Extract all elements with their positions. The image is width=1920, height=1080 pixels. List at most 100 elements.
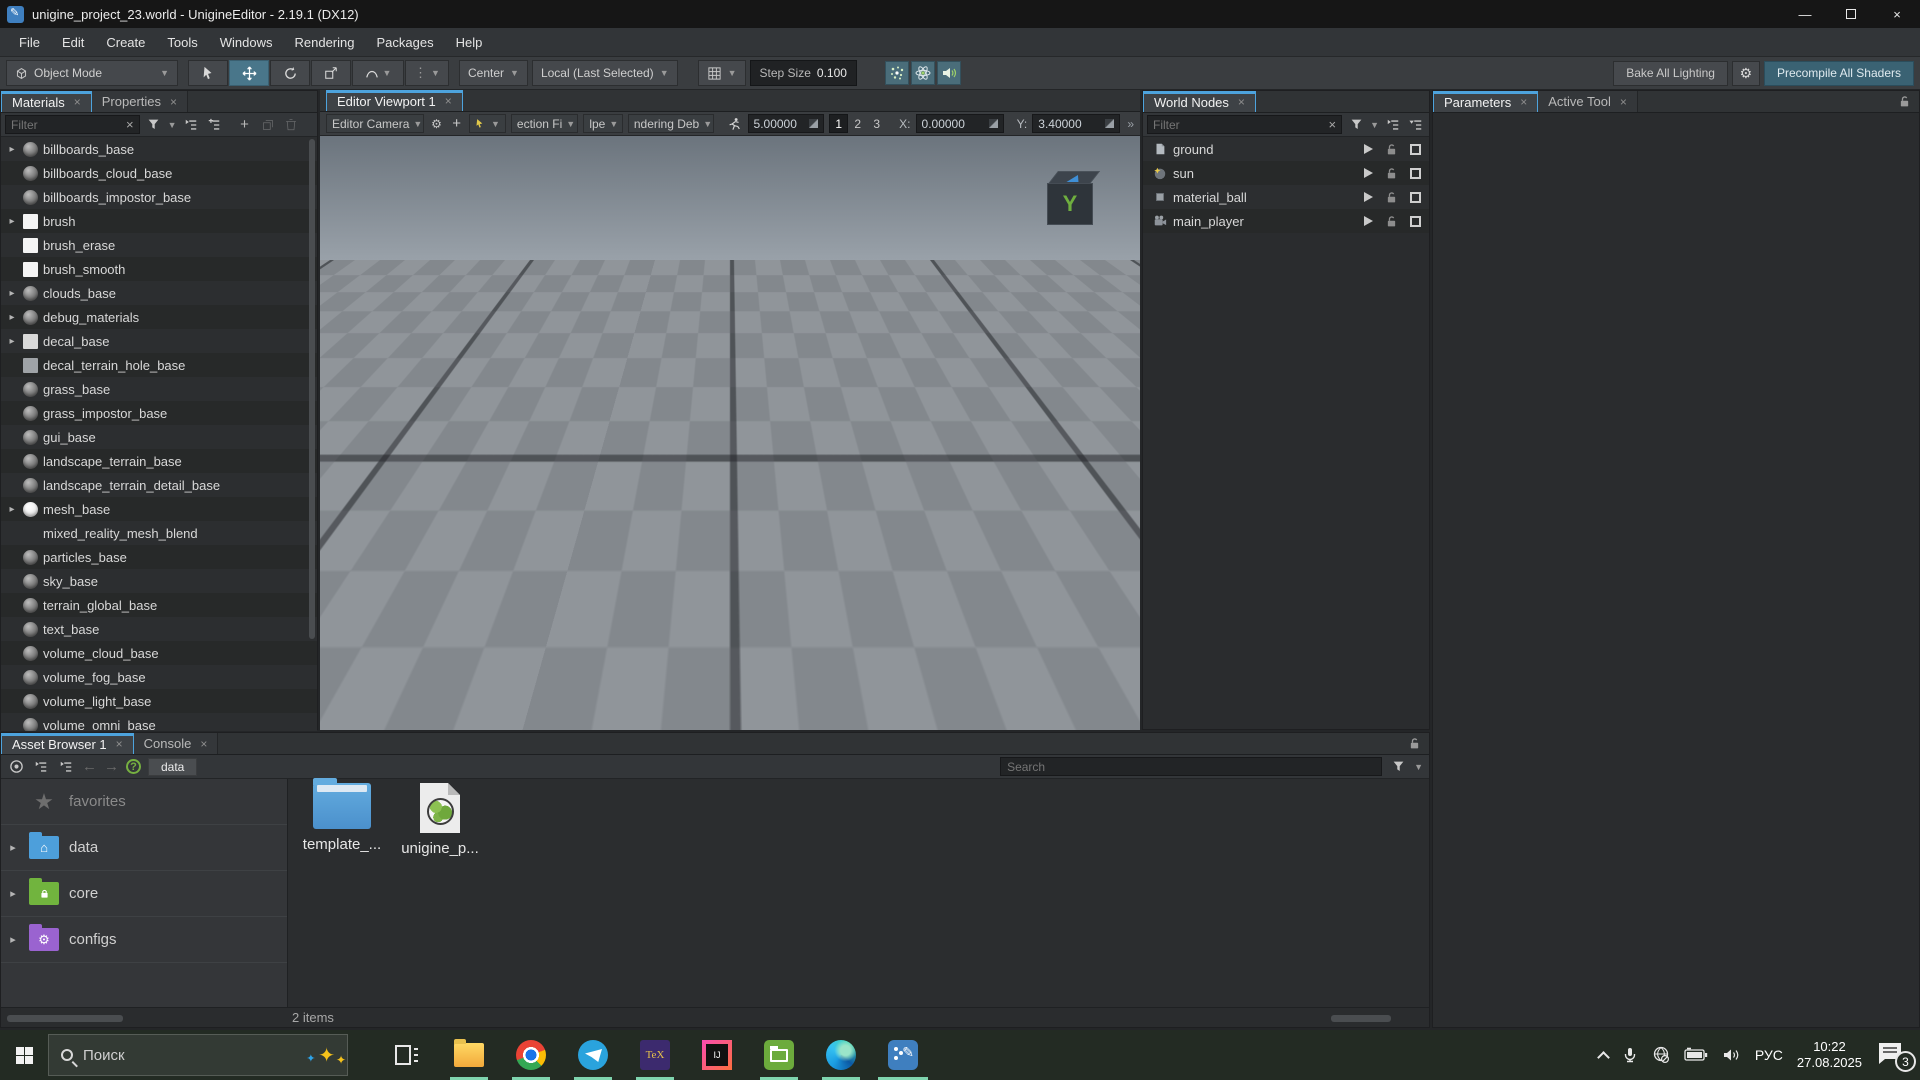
search-filter-funnel-icon[interactable] (1389, 758, 1407, 776)
expand-arrow-icon[interactable]: ▸ (6, 288, 18, 299)
task-view-button[interactable] (376, 1030, 438, 1080)
expand-arrow-icon[interactable]: ▸ (6, 336, 18, 347)
clear-filter-icon[interactable]: × (126, 117, 134, 132)
sidebar-scrollbar[interactable] (7, 1015, 123, 1022)
unlock-icon[interactable] (1385, 167, 1398, 180)
volume-icon[interactable] (1722, 1047, 1741, 1063)
visibility-checkbox[interactable] (1410, 216, 1421, 227)
material-row[interactable]: particles_base (1, 545, 317, 569)
menu-edit[interactable]: Edit (51, 28, 95, 57)
collapse-hierarchy-icon[interactable] (32, 758, 50, 776)
flag-icon[interactable] (1364, 192, 1373, 202)
material-row[interactable]: landscape_terrain_detail_base (1, 473, 317, 497)
material-row[interactable]: landscape_terrain_base (1, 449, 317, 473)
add-material-icon[interactable]: + (236, 116, 254, 134)
start-button[interactable] (0, 1030, 48, 1080)
speed-preset-2[interactable]: 2 (848, 114, 867, 133)
tab-editor-viewport-1[interactable]: Editor Viewport 1 × (326, 90, 463, 111)
tab-active-tool[interactable]: Active Tool × (1538, 91, 1638, 112)
precompile-all-shaders-button[interactable]: Precompile All Shaders (1764, 61, 1914, 86)
menu-file[interactable]: File (8, 28, 51, 57)
material-row[interactable]: volume_light_base (1, 689, 317, 713)
menu-packages[interactable]: Packages (366, 28, 445, 57)
material-row[interactable]: grass_base (1, 377, 317, 401)
chevron-down-icon[interactable]: ▼ (1370, 120, 1379, 130)
menu-tools[interactable]: Tools (156, 28, 208, 57)
expand-arrow-icon[interactable]: ▸ (7, 887, 19, 900)
material-row[interactable]: ▸billboards_base (1, 137, 317, 161)
material-row[interactable]: volume_fog_base (1, 665, 317, 689)
camera-settings-gear-icon[interactable]: ⚙ (429, 117, 444, 131)
taskbar-search-box[interactable]: Поиск ✦✦✦ (48, 1034, 348, 1076)
duplicate-material-icon[interactable] (259, 116, 277, 134)
sidebar-item-data[interactable]: ▸ ⌂ data (1, 825, 287, 871)
pivot-select[interactable]: Center ▼ (459, 60, 528, 86)
chevron-down-icon[interactable]: ▼ (168, 120, 177, 130)
asset-files-area[interactable]: template_... unigine_p... (288, 779, 1429, 1007)
panel-lock-icon[interactable] (1408, 733, 1429, 754)
visibility-checkbox[interactable] (1410, 144, 1421, 155)
taskbar-app-intellij[interactable]: IJ (686, 1030, 748, 1080)
close-icon[interactable]: × (74, 95, 81, 109)
drag-handle-icon[interactable] (1105, 119, 1114, 128)
material-row[interactable]: ▸decal_base (1, 329, 317, 353)
toolbar-overflow-icon[interactable]: » (1127, 117, 1134, 131)
move-tool-button[interactable] (229, 60, 269, 86)
sidebar-item-core[interactable]: ▸ core (1, 871, 287, 917)
back-arrow-icon[interactable]: ← (82, 758, 97, 775)
close-icon[interactable]: × (170, 95, 177, 109)
speed-preset-1[interactable]: 1 (829, 114, 848, 133)
visibility-checkbox[interactable] (1410, 192, 1421, 203)
menu-help[interactable]: Help (445, 28, 494, 57)
expand-arrow-icon[interactable]: ▸ (6, 312, 18, 323)
materials-filter-input[interactable] (11, 118, 126, 132)
expand-hierarchy-icon[interactable] (1407, 116, 1425, 134)
taskbar-app-edge[interactable] (810, 1030, 872, 1080)
material-row[interactable]: ▸mesh_base (1, 497, 317, 521)
material-row[interactable]: decal_terrain_hole_base (1, 353, 317, 377)
filter-funnel-icon[interactable] (145, 116, 163, 134)
camera-select[interactable]: Editor Camera ▼ (326, 114, 424, 133)
selector-tool-chip[interactable]: ▼ (469, 114, 506, 133)
tab-world-nodes[interactable]: World Nodes × (1143, 91, 1256, 112)
unlock-icon[interactable] (1385, 143, 1398, 156)
flag-icon[interactable] (1364, 168, 1373, 178)
close-icon[interactable]: × (200, 737, 207, 751)
speed-preset-3[interactable]: 3 (867, 114, 886, 133)
more-tools-button[interactable]: ⋮ ▼ (405, 60, 449, 86)
asset-search-input[interactable] (1007, 760, 1375, 774)
menu-windows[interactable]: Windows (209, 28, 284, 57)
material-ball[interactable] (664, 353, 788, 477)
material-row[interactable]: terrain_global_base (1, 593, 317, 617)
close-icon[interactable]: × (1520, 95, 1527, 109)
taskbar-app-file-explorer[interactable] (438, 1030, 500, 1080)
scale-tool-button[interactable] (311, 60, 351, 86)
expand-arrow-icon[interactable]: ▸ (6, 144, 18, 155)
material-row[interactable]: ▸brush (1, 209, 317, 233)
taskbar-app-chrome[interactable] (500, 1030, 562, 1080)
network-no-internet-icon[interactable] (1652, 1046, 1670, 1064)
forward-arrow-icon[interactable]: → (104, 758, 119, 775)
minimize-button[interactable]: — (1782, 0, 1828, 28)
tab-parameters[interactable]: Parameters × (1433, 91, 1538, 112)
bake-settings-button[interactable]: ⚙ (1732, 61, 1760, 86)
material-row[interactable]: gui_base (1, 425, 317, 449)
material-row[interactable]: billboards_cloud_base (1, 161, 317, 185)
material-row[interactable]: mixed_reality_mesh_blend (1, 521, 317, 545)
collapse-hierarchy-icon[interactable] (182, 116, 200, 134)
expand-arrow-icon[interactable]: ▸ (7, 933, 19, 946)
close-button[interactable]: × (1874, 0, 1920, 28)
help-icon[interactable]: ? (126, 759, 141, 774)
microphone-icon[interactable] (1622, 1046, 1638, 1064)
node-row-sun[interactable]: sun (1143, 161, 1429, 185)
viewport-3d-scene[interactable]: Y (320, 136, 1140, 730)
add-camera-icon[interactable]: + (449, 115, 464, 132)
breadcrumb[interactable]: data (148, 758, 197, 776)
material-row[interactable]: text_base (1, 617, 317, 641)
physics-toggle[interactable] (911, 61, 935, 85)
material-row[interactable]: ▸debug_materials (1, 305, 317, 329)
file-item-unigine-world[interactable]: unigine_p... (400, 781, 480, 857)
taskbar-clock[interactable]: 10:22 27.08.2025 (1797, 1039, 1862, 1071)
flag-icon[interactable] (1364, 216, 1373, 226)
eye-icon[interactable] (7, 758, 25, 776)
